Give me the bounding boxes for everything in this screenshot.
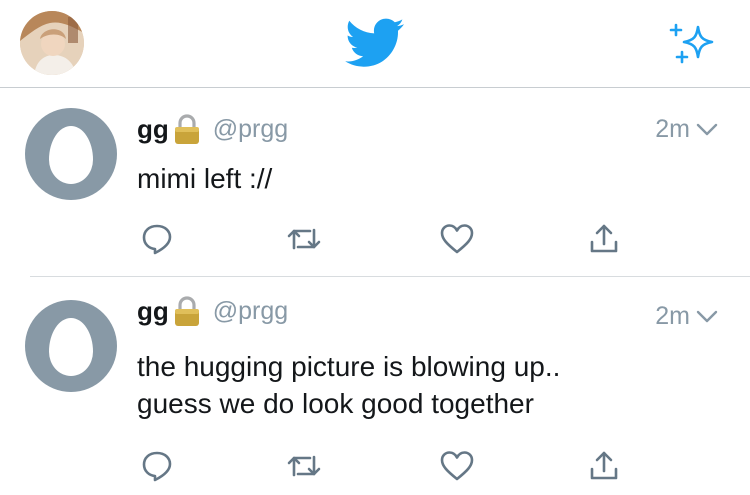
tweet-text: mimi left :// [137, 160, 272, 197]
share-icon [590, 451, 618, 480]
share-button[interactable] [584, 219, 624, 259]
tweet-header: gg @prgg [137, 112, 288, 146]
retweet-button[interactable] [284, 219, 324, 259]
retweet-icon [287, 455, 321, 477]
share-button[interactable] [584, 446, 624, 486]
top-nav-bar [0, 0, 750, 88]
tweet[interactable]: gg @prgg 2m the hugging picture is blowi… [0, 278, 750, 495]
user-handle: @prgg [212, 114, 289, 143]
reply-icon [142, 451, 172, 482]
tweet-text-line: guess we do look good together [137, 388, 534, 419]
display-name[interactable]: gg [137, 114, 169, 145]
sparkle-icon[interactable] [668, 20, 720, 66]
reply-button[interactable] [137, 446, 177, 486]
tweet-header: gg @prgg [137, 294, 288, 328]
like-button[interactable] [437, 446, 477, 486]
tweet[interactable]: gg @prgg 2m mimi left :// [0, 88, 750, 277]
tweet-text: the hugging picture is blowing up.. gues… [137, 348, 560, 422]
tweet-timestamp: 2m [655, 115, 690, 143]
heart-icon [440, 451, 474, 481]
heart-icon [440, 224, 474, 254]
profile-photo-icon [20, 11, 84, 75]
reply-button[interactable] [137, 219, 177, 259]
tweet-meta: 2m [655, 302, 718, 331]
tweet-text-line: the hugging picture is blowing up.. [137, 351, 561, 382]
profile-avatar[interactable] [20, 11, 84, 75]
default-avatar-egg[interactable] [25, 300, 117, 392]
share-icon [590, 224, 618, 253]
chevron-down-icon[interactable] [696, 310, 718, 324]
like-button[interactable] [437, 219, 477, 259]
lock-icon [174, 296, 199, 326]
tweet-divider [30, 276, 750, 277]
tweet-meta: 2m [655, 115, 718, 144]
twitter-bird-icon[interactable] [345, 18, 405, 68]
display-name[interactable]: gg [137, 296, 169, 327]
tweet-actions [137, 219, 637, 259]
retweet-icon [287, 228, 321, 250]
lock-icon [174, 114, 199, 144]
user-handle: @prgg [212, 296, 289, 325]
retweet-button[interactable] [284, 446, 324, 486]
tweet-actions [137, 446, 637, 486]
reply-icon [142, 224, 172, 255]
default-avatar-egg[interactable] [25, 108, 117, 200]
tweet-timestamp: 2m [655, 302, 690, 330]
chevron-down-icon[interactable] [696, 123, 718, 137]
tweet-text-line: mimi left :// [137, 163, 273, 194]
